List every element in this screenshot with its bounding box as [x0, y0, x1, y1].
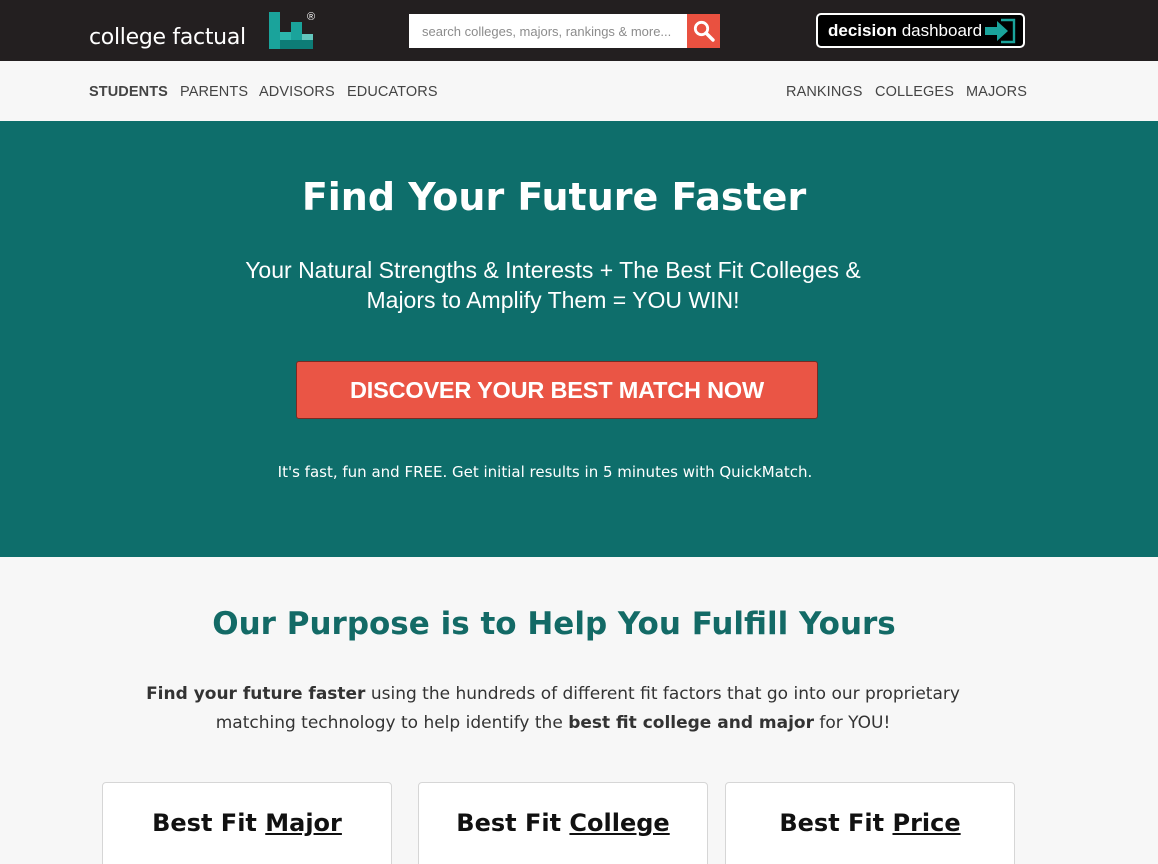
discover-match-button[interactable]: DISCOVER YOUR BEST MATCH NOW	[296, 361, 818, 419]
best-fit-price-link[interactable]: Price	[892, 809, 960, 837]
search-input[interactable]	[409, 14, 687, 48]
hero-subtitle-line-2: Majors to Amplify Them = YOU WIN!	[366, 287, 740, 313]
hero-section: Find Your Future Faster Your Natural Str…	[0, 121, 1158, 557]
purpose-line-1: Find your future faster using the hundre…	[146, 684, 960, 704]
login-arrow-icon	[985, 18, 1016, 44]
search-button[interactable]	[687, 14, 720, 48]
site-search	[409, 14, 720, 48]
best-fit-college-card[interactable]: Best Fit College	[418, 782, 708, 864]
best-fit-price-card[interactable]: Best Fit Price	[725, 782, 1015, 864]
dashboard-label: decision dashboard	[828, 20, 983, 40]
logo-text: college factual	[89, 25, 246, 50]
nav-rankings[interactable]: RANKINGS	[786, 84, 863, 100]
purpose-description: Find your future faster using the hundre…	[140, 680, 966, 738]
college-factual-logo[interactable]: college factual ®	[89, 11, 315, 52]
card-title: Best Fit Major	[152, 809, 342, 837]
hero-subtitle-line-1: Your Natural Strengths & Interests + The…	[245, 257, 861, 283]
nav-majors[interactable]: MAJORS	[966, 84, 1027, 100]
nav-parents[interactable]: PARENTS	[180, 84, 248, 100]
nav-advisors[interactable]: ADVISORS	[259, 84, 335, 100]
best-fit-major-link[interactable]: Major	[265, 809, 342, 837]
hero-subtitle: Your Natural Strengths & Interests + The…	[200, 255, 906, 315]
top-header: college factual ® decision dashboard	[0, 0, 1158, 61]
nav-colleges[interactable]: COLLEGES	[875, 84, 954, 100]
card-title: Best Fit College	[456, 809, 670, 837]
hero-note: It's fast, fun and FREE. Get initial res…	[277, 463, 813, 481]
best-fit-college-link[interactable]: College	[569, 809, 669, 837]
purpose-heading: Our Purpose is to Help You Fulfill Yours	[212, 606, 896, 642]
hero-title: Find Your Future Faster	[301, 175, 807, 219]
registered-mark: ®	[307, 11, 316, 23]
audience-nav: STUDENTS PARENTS ADVISORS EDUCATORS RANK…	[0, 61, 1158, 121]
search-icon	[693, 20, 715, 42]
best-fit-major-card[interactable]: Best Fit Major	[102, 782, 392, 864]
card-title: Best Fit Price	[779, 809, 961, 837]
nav-educators[interactable]: EDUCATORS	[347, 84, 438, 100]
decision-dashboard-button[interactable]: decision dashboard	[816, 13, 1025, 48]
purpose-line-2: matching technology to help identify the…	[215, 713, 891, 733]
nav-students[interactable]: STUDENTS	[89, 84, 168, 100]
